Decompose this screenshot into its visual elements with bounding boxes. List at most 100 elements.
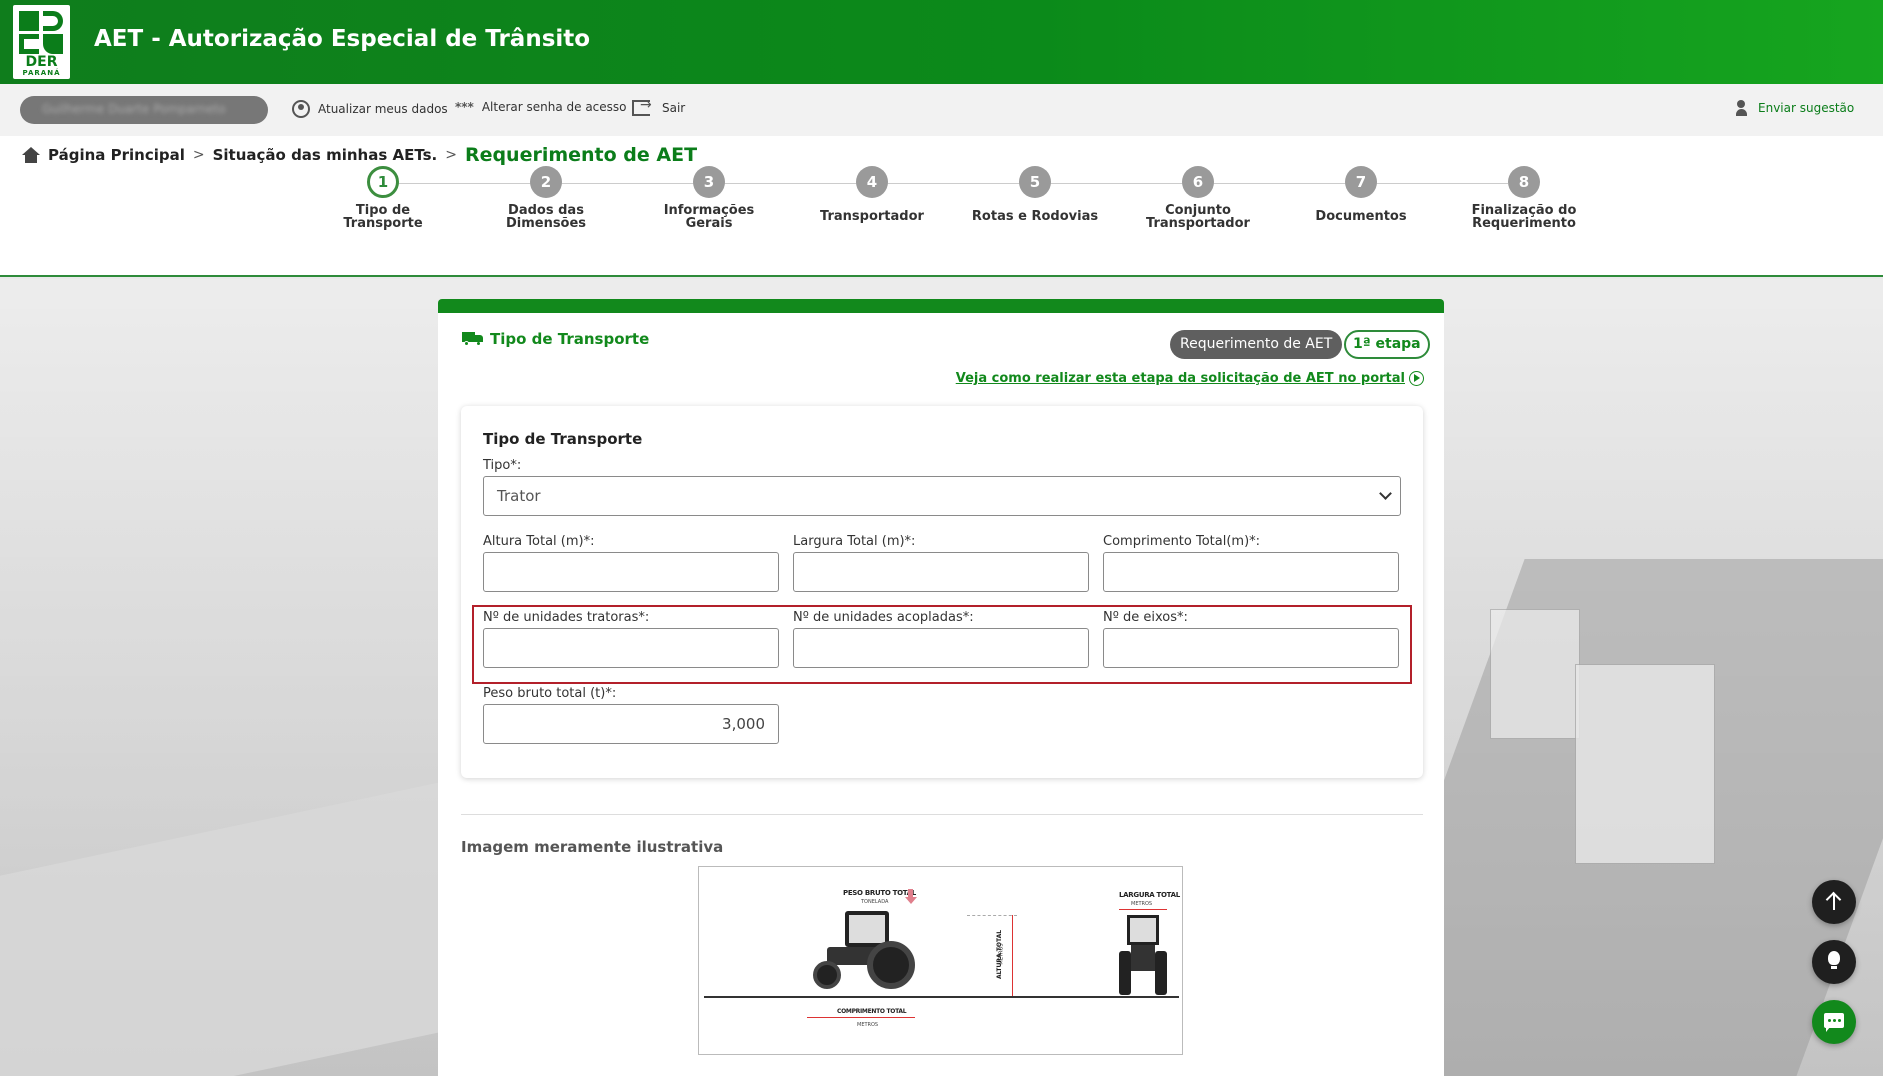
- user-name-pill: Guilherme Duarte Pomparneto: [20, 96, 268, 124]
- card-title: Tipo de Transporte: [462, 330, 649, 348]
- step-label: Finalização do Requerimento: [1471, 203, 1577, 231]
- truck-icon: [462, 332, 484, 346]
- comprimento-input[interactable]: [1103, 552, 1399, 592]
- chat-icon: [1824, 1013, 1844, 1032]
- breadcrumb-situation[interactable]: Situação das minhas AETs.: [213, 146, 438, 164]
- dimension-line: [1012, 915, 1013, 997]
- suggestion-label: Enviar sugestão: [1758, 101, 1855, 115]
- breadcrumb-home[interactable]: Página Principal: [48, 146, 185, 164]
- ground-line: [704, 996, 1179, 998]
- step-number: 6: [1182, 166, 1214, 198]
- lightbulb-icon: [1828, 951, 1840, 969]
- section-divider: [461, 814, 1423, 815]
- comprimento-label: COMPRIMENTO TOTAL: [837, 1008, 907, 1015]
- chat-button[interactable]: [1812, 1000, 1856, 1044]
- step-number: 4: [856, 166, 888, 198]
- step-number: 7: [1345, 166, 1377, 198]
- step-tipo-transporte[interactable]: 1 Tipo de Transporte: [318, 166, 448, 230]
- change-password-label: Alterar senha de acesso: [481, 100, 627, 114]
- step-label: Rotas e Rodovias: [971, 209, 1099, 224]
- main-card: Tipo de Transporte Requerimento de AET 1…: [438, 299, 1444, 1076]
- altura-unit: METROS: [998, 943, 1005, 965]
- step-number: 5: [1019, 166, 1051, 198]
- step-label: Informações Gerais: [663, 203, 755, 231]
- illustration-image: PESO BRUTO TOTAL TONELADA ALTURA TOTAL M…: [698, 866, 1183, 1055]
- tips-button[interactable]: [1812, 940, 1856, 984]
- scroll-top-button[interactable]: [1812, 880, 1856, 924]
- chevron-right-icon: >: [192, 147, 205, 163]
- step-conjunto-transportador[interactable]: 6 Conjunto Transportador: [1133, 166, 1263, 230]
- speaker-person-icon: [1736, 100, 1752, 116]
- help-video-link[interactable]: Veja como realizar esta etapa da solicit…: [956, 371, 1424, 386]
- comprimento-unit: METROS: [857, 1022, 879, 1028]
- acopladas-label: Nº de unidades acopladas*:: [793, 610, 974, 625]
- user-name: Guilherme Duarte Pomparneto: [42, 102, 226, 116]
- user-circle-icon: [292, 100, 310, 118]
- tratoras-label: Nº de unidades tratoras*:: [483, 610, 650, 625]
- request-badge: Requerimento de AET: [1170, 330, 1343, 359]
- illustration-title: Imagem meramente ilustrativa: [461, 838, 724, 856]
- send-suggestion-link[interactable]: Enviar sugestão: [1736, 100, 1854, 116]
- step-badge: 1ª etapa: [1344, 330, 1430, 359]
- card-title-text: Tipo de Transporte: [490, 330, 650, 348]
- password-dots-icon: ***: [455, 100, 474, 114]
- eixos-input[interactable]: [1103, 628, 1399, 668]
- step-documentos[interactable]: 7 Documentos: [1296, 166, 1426, 223]
- largura-label: LARGURA TOTAL: [1119, 891, 1180, 899]
- acopladas-input[interactable]: [793, 628, 1089, 668]
- breadcrumb: Página Principal > Situação das minhas A…: [22, 144, 697, 166]
- dimension-line: [967, 915, 1017, 916]
- truck-shape: [1575, 664, 1715, 864]
- help-link-text: Veja como realizar esta etapa da solicit…: [955, 371, 1405, 386]
- home-icon[interactable]: [22, 147, 40, 163]
- form-heading: Tipo de Transporte: [483, 430, 643, 448]
- dimension-line: [1119, 909, 1167, 910]
- step-number: 1: [367, 166, 399, 198]
- transport-type-form: Tipo de Transporte Tipo*: Trator Altura …: [461, 406, 1423, 778]
- navigation-area: Página Principal > Situação das minhas A…: [0, 136, 1883, 277]
- step-informacoes-gerais[interactable]: 3 Informações Gerais: [644, 166, 774, 230]
- der-logo[interactable]: DER PARANÁ: [13, 5, 70, 79]
- logout-link[interactable]: Sair: [632, 97, 686, 116]
- truck-shape: [0, 782, 440, 1076]
- step-number: 2: [530, 166, 562, 198]
- step-label: Tipo de Transporte: [343, 203, 423, 231]
- step-transportador[interactable]: 4 Transportador: [807, 166, 937, 223]
- truck-shape: [1490, 609, 1580, 739]
- step-label: Conjunto Transportador: [1146, 203, 1250, 231]
- altura-input[interactable]: [483, 552, 779, 592]
- logout-label: Sair: [662, 101, 686, 115]
- update-data-link[interactable]: Atualizar meus dados: [292, 100, 448, 118]
- tratoras-input[interactable]: [483, 628, 779, 668]
- breadcrumb-current: Requerimento de AET: [464, 144, 698, 166]
- peso-input[interactable]: 3,000: [483, 704, 779, 744]
- logo-text: DER: [25, 54, 58, 70]
- tipo-selected-value: Trator: [497, 487, 541, 505]
- step-dados-dimensoes[interactable]: 2 Dados das Dimensões: [481, 166, 611, 230]
- step-finalizacao[interactable]: 8 Finalização do Requerimento: [1459, 166, 1589, 230]
- chevron-right-icon: >: [445, 147, 457, 163]
- user-bar: Guilherme Duarte Pomparneto Atualizar me…: [0, 84, 1883, 136]
- arrow-up-icon: [1833, 893, 1835, 910]
- update-data-label: Atualizar meus dados: [318, 102, 448, 116]
- step-label: Dados das Dimensões: [505, 203, 587, 231]
- step-label: Documentos: [1315, 209, 1407, 224]
- altura-label: Altura Total (m)*:: [483, 534, 595, 549]
- largura-label: Largura Total (m)*:: [793, 534, 916, 549]
- logo-subtext: PARANÁ: [22, 69, 61, 77]
- logout-icon: [632, 97, 652, 116]
- peso-bruto-unit: TONELADA: [861, 899, 889, 905]
- peso-label: Peso bruto total (t)*:: [483, 686, 617, 701]
- tipo-select[interactable]: Trator: [483, 476, 1401, 516]
- arrow-down-icon: [905, 889, 917, 904]
- largura-input[interactable]: [793, 552, 1089, 592]
- change-password-link[interactable]: *** Alterar senha de acesso: [455, 100, 627, 114]
- step-rotas-rodovias[interactable]: 5 Rotas e Rodovias: [970, 166, 1100, 223]
- eixos-label: Nº de eixos*:: [1103, 610, 1188, 625]
- largura-unit: METROS: [1131, 901, 1153, 907]
- step-number: 8: [1508, 166, 1540, 198]
- comprimento-label: Comprimento Total(m)*:: [1103, 534, 1261, 549]
- step-label: Transportador: [820, 209, 924, 224]
- app-title: AET - Autorização Especial de Trânsito: [94, 26, 591, 52]
- step-number: 3: [693, 166, 725, 198]
